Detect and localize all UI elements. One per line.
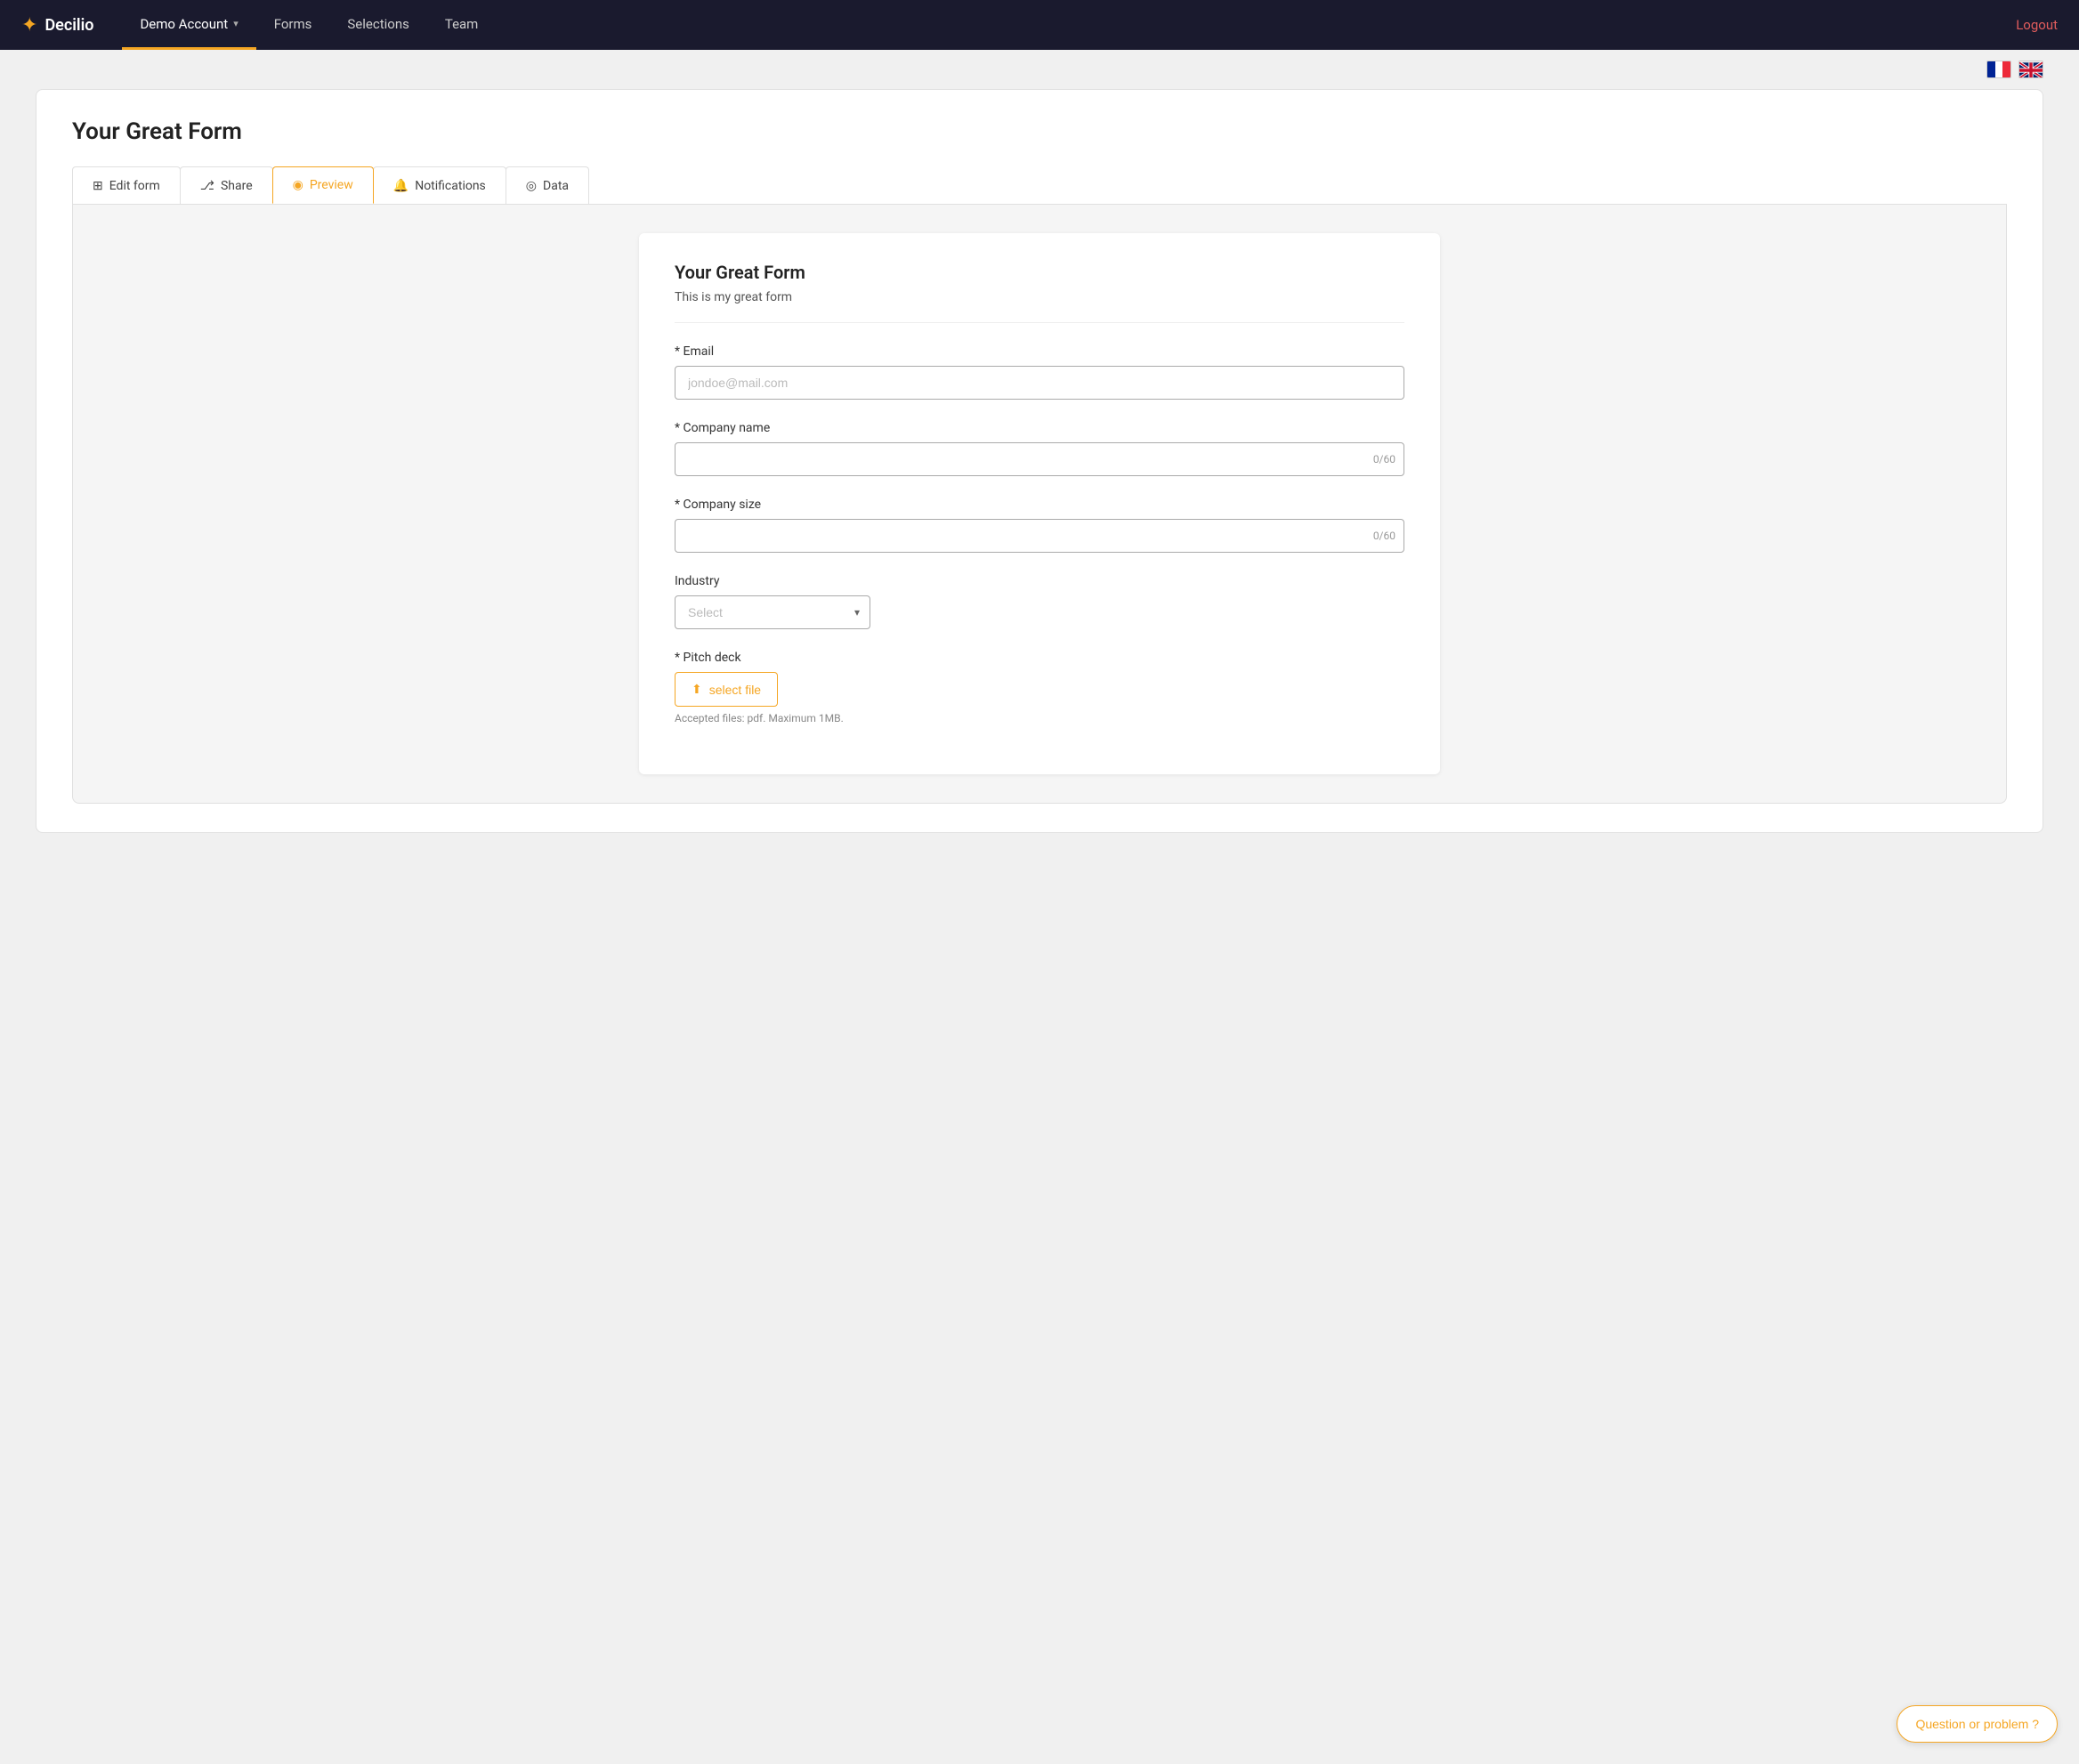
flag-uk[interactable]: [2018, 61, 2043, 78]
tab-share[interactable]: ⎇ Share: [180, 166, 273, 204]
navbar-links: Demo Account ▾ Forms Selections Team: [122, 0, 2016, 50]
preview-area: Your Great Form This is my great form * …: [72, 205, 2007, 804]
page-form-title: Your Great Form: [72, 118, 2007, 145]
logo[interactable]: ✦ Decilio: [21, 14, 93, 36]
flag-french[interactable]: [1986, 61, 2011, 78]
inner-form-subtitle: This is my great form: [675, 290, 1404, 323]
language-bar: [0, 50, 2079, 89]
nav-item-team[interactable]: Team: [427, 0, 497, 50]
company-name-input[interactable]: [675, 442, 1404, 476]
industry-select-wrapper: Select ▾: [675, 595, 870, 629]
preview-icon: ◉: [293, 178, 303, 192]
nav-label-forms: Forms: [274, 16, 312, 32]
tabs-row: ⊞ Edit form ⎇ Share ◉ Preview 🔔 Notifica…: [72, 166, 2007, 205]
field-label-pitch-deck: * Pitch deck: [675, 651, 1404, 665]
company-size-input[interactable]: [675, 519, 1404, 553]
form-card: Your Great Form ⊞ Edit form ⎇ Share ◉ Pr…: [36, 89, 2043, 833]
logo-icon: ✦: [21, 14, 37, 36]
select-file-label: select file: [709, 683, 761, 697]
tab-notifications[interactable]: 🔔 Notifications: [373, 166, 506, 204]
main-content: Your Great Form ⊞ Edit form ⎇ Share ◉ Pr…: [0, 89, 2079, 869]
select-file-button[interactable]: ⬆ select file: [675, 672, 778, 707]
tab-share-label: Share: [221, 179, 253, 193]
field-group-company-size: * Company size 0/60: [675, 498, 1404, 553]
data-icon: ◎: [526, 179, 537, 193]
field-group-email: * Email: [675, 344, 1404, 400]
field-label-industry: Industry: [675, 574, 1404, 588]
logout-button[interactable]: Logout: [2016, 17, 2058, 33]
email-input[interactable]: [675, 366, 1404, 400]
tab-data-label: Data: [543, 179, 569, 193]
help-button[interactable]: Question or problem ?: [1897, 1705, 2058, 1743]
field-label-email: * Email: [675, 344, 1404, 359]
required-marker: *: [675, 344, 684, 359]
upload-icon: ⬆: [692, 682, 702, 697]
tab-edit-form[interactable]: ⊞ Edit form: [72, 166, 181, 204]
required-marker: *: [675, 421, 684, 435]
share-icon: ⎇: [200, 179, 214, 193]
tab-preview[interactable]: ◉ Preview: [272, 166, 374, 204]
field-group-pitch-deck: * Pitch deck ⬆ select file Accepted file…: [675, 651, 1404, 724]
field-label-company-name: * Company name: [675, 421, 1404, 435]
inner-form-title: Your Great Form: [675, 262, 1404, 283]
tab-notifications-label: Notifications: [415, 179, 486, 193]
nav-item-forms[interactable]: Forms: [256, 0, 330, 50]
char-count-company-size: 0/60: [1373, 530, 1395, 542]
nav-label-selections: Selections: [347, 16, 409, 32]
industry-select[interactable]: Select: [675, 595, 870, 629]
grid-icon: ⊞: [93, 179, 103, 193]
bell-icon: 🔔: [393, 179, 409, 193]
tab-data[interactable]: ◎ Data: [506, 166, 589, 204]
field-label-company-size: * Company size: [675, 498, 1404, 512]
chevron-down-icon: ▾: [233, 18, 239, 29]
navbar: ✦ Decilio Demo Account ▾ Forms Selection…: [0, 0, 2079, 50]
required-marker: *: [675, 651, 684, 665]
inner-form: Your Great Form This is my great form * …: [639, 233, 1440, 774]
nav-label-team: Team: [445, 16, 479, 32]
field-group-industry: Industry Select ▾: [675, 574, 1404, 629]
navbar-right: Logout: [2016, 17, 2058, 33]
tab-preview-label: Preview: [310, 178, 353, 192]
nav-label-demo-account: Demo Account: [140, 16, 228, 32]
logo-text: Decilio: [44, 16, 93, 35]
file-note: Accepted files: pdf. Maximum 1MB.: [675, 712, 1404, 724]
required-marker: *: [675, 498, 684, 512]
nav-item-selections[interactable]: Selections: [329, 0, 426, 50]
input-wrapper-company-name: 0/60: [675, 442, 1404, 476]
field-group-company-name: * Company name 0/60: [675, 421, 1404, 476]
char-count-company-name: 0/60: [1373, 453, 1395, 465]
nav-item-demo-account[interactable]: Demo Account ▾: [122, 0, 255, 50]
input-wrapper-company-size: 0/60: [675, 519, 1404, 553]
tab-edit-form-label: Edit form: [109, 179, 160, 193]
